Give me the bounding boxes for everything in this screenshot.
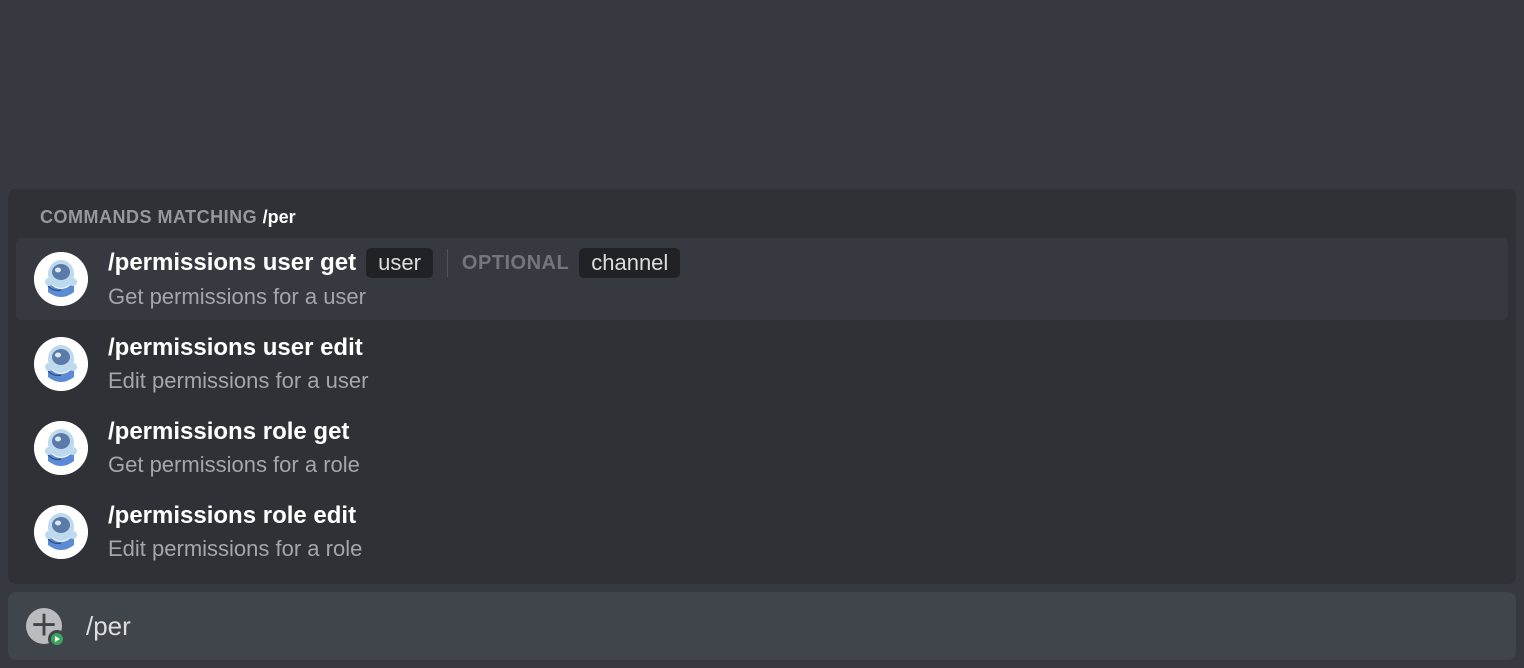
panel-header: COMMANDS MATCHING /per [8,197,1516,238]
optional-label: OPTIONAL [462,252,569,275]
command-text: /permissions user edit Edit permissions f… [108,334,368,394]
command-text: /permissions role get Get permissions for… [108,418,360,478]
command-optional-param: channel [579,248,680,278]
message-input-bar[interactable]: ＋ /per [8,592,1516,660]
bot-avatar-icon [34,421,88,475]
command-title-row: /permissions user get user OPTIONAL channel [108,248,680,278]
command-text: /permissions user get user OPTIONAL channel… [108,248,680,310]
command-name: /permissions user edit [108,334,363,362]
bot-avatar-icon [34,337,88,391]
command-title-row: /permissions role get [108,418,360,446]
divider [447,249,448,277]
message-input[interactable]: /per [86,611,131,642]
command-name: /permissions user get [108,249,356,277]
command-title-row: /permissions user edit [108,334,368,362]
command-item[interactable]: /permissions user get user OPTIONAL channel… [16,238,1508,320]
panel-header-query: /per [263,207,296,227]
command-description: Edit permissions for a role [108,536,362,562]
command-item[interactable]: /permissions user edit Edit permissions f… [16,324,1508,404]
command-description: Get permissions for a role [108,452,360,478]
command-description: Get permissions for a user [108,284,680,310]
command-param: user [366,248,433,278]
attach-button[interactable]: ＋ [26,608,62,644]
command-name: /permissions role edit [108,502,356,530]
command-item[interactable]: /permissions role edit Edit permissions f… [16,492,1508,572]
command-name: /permissions role get [108,418,349,446]
panel-header-label: COMMANDS MATCHING [40,207,263,227]
command-title-row: /permissions role edit [108,502,362,530]
apps-badge-icon [48,630,66,648]
command-item[interactable]: /permissions role get Get permissions for… [16,408,1508,488]
bot-avatar-icon [34,505,88,559]
command-text: /permissions role edit Edit permissions f… [108,502,362,562]
bot-avatar-icon [34,252,88,306]
app-root: COMMANDS MATCHING /per /permissions user… [0,0,1524,668]
command-autocomplete-panel: COMMANDS MATCHING /per /permissions user… [8,189,1516,584]
command-description: Edit permissions for a user [108,368,368,394]
command-list: /permissions user get user OPTIONAL channel… [8,238,1516,572]
